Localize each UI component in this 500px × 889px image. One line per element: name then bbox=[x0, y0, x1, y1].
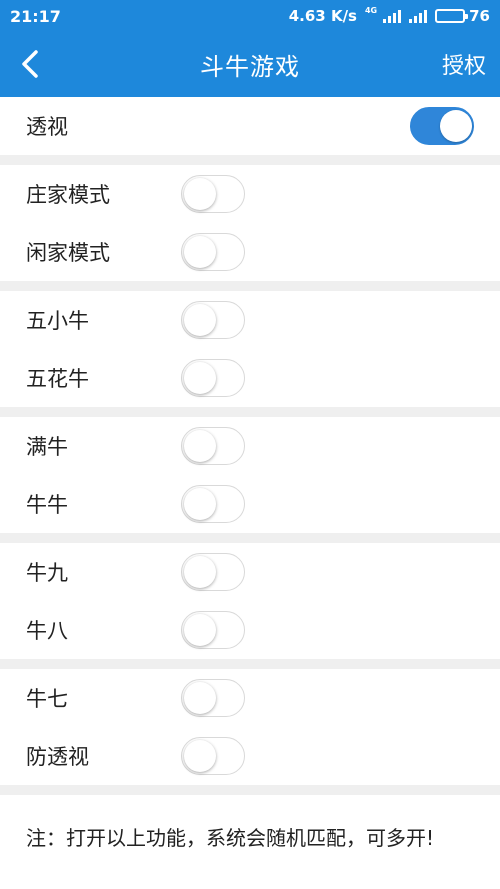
row-niu-seven: 牛七 bbox=[0, 669, 500, 727]
toggle-niu-eight[interactable] bbox=[181, 611, 245, 649]
row-label: 庄家模式 bbox=[26, 183, 110, 207]
section-divider bbox=[0, 533, 500, 543]
status-time: 21:17 bbox=[10, 6, 61, 26]
toggle-five-small[interactable] bbox=[181, 301, 245, 339]
section-special-hands: 五小牛 五花牛 bbox=[0, 291, 500, 407]
section-perspective: 透视 bbox=[0, 97, 500, 155]
toggle-knob bbox=[183, 429, 216, 462]
section-divider bbox=[0, 155, 500, 165]
toggle-anti-perspective[interactable] bbox=[181, 737, 245, 775]
row-five-flower: 五花牛 bbox=[0, 349, 500, 407]
row-five-small: 五小牛 bbox=[0, 291, 500, 349]
toggle-knob bbox=[183, 739, 216, 772]
toggle-perspective[interactable] bbox=[410, 107, 474, 145]
authorize-button[interactable]: 授权 bbox=[442, 48, 486, 80]
section-divider bbox=[0, 281, 500, 291]
signal-icon bbox=[383, 9, 402, 23]
row-label: 五小牛 bbox=[26, 309, 89, 333]
battery-icon bbox=[435, 9, 469, 23]
row-label: 五花牛 bbox=[26, 367, 89, 391]
toggle-knob bbox=[183, 361, 216, 394]
network-type-label: 4G bbox=[364, 5, 378, 15]
row-label: 牛九 bbox=[26, 561, 68, 585]
row-label: 牛牛 bbox=[26, 493, 68, 517]
network-speed: 4.63 K/s bbox=[288, 7, 357, 25]
toggle-knob bbox=[183, 681, 216, 714]
section-niu-nine-eight: 牛九 牛八 bbox=[0, 543, 500, 659]
section-divider bbox=[0, 785, 500, 795]
chevron-left-icon bbox=[22, 50, 38, 78]
row-anti-perspective: 防透视 bbox=[0, 727, 500, 785]
toggle-knob bbox=[183, 487, 216, 520]
toggle-five-flower[interactable] bbox=[181, 359, 245, 397]
row-label: 牛八 bbox=[26, 619, 68, 643]
section-full-hands: 满牛 牛牛 bbox=[0, 417, 500, 533]
row-niu-niu: 牛牛 bbox=[0, 475, 500, 533]
row-label: 闲家模式 bbox=[26, 241, 110, 265]
row-banker-mode: 庄家模式 bbox=[0, 165, 500, 223]
toggle-knob bbox=[183, 303, 216, 336]
section-divider bbox=[0, 659, 500, 669]
note-text: 注：打开以上功能，系统会随机匹配，可多开! bbox=[0, 795, 500, 889]
toggle-knob bbox=[183, 235, 216, 268]
toggle-niu-nine[interactable] bbox=[181, 553, 245, 591]
row-perspective: 透视 bbox=[0, 97, 500, 155]
row-label: 透视 bbox=[26, 115, 68, 139]
row-label: 牛七 bbox=[26, 687, 68, 711]
status-bar: 21:17 4.63 K/s 4G 76 bbox=[0, 0, 500, 32]
page-title: 斗牛游戏 bbox=[200, 53, 300, 81]
back-button[interactable] bbox=[12, 46, 48, 82]
row-label: 满牛 bbox=[26, 435, 68, 459]
toggle-full-niu[interactable] bbox=[181, 427, 245, 465]
toggle-knob bbox=[183, 613, 216, 646]
toggle-player-mode[interactable] bbox=[181, 233, 245, 271]
row-full-niu: 满牛 bbox=[0, 417, 500, 475]
app-screen: 21:17 4.63 K/s 4G 76 斗牛游戏 授权 透视 庄家模式 闲家模… bbox=[0, 0, 500, 889]
row-niu-eight: 牛八 bbox=[0, 601, 500, 659]
section-divider bbox=[0, 407, 500, 417]
battery-indicator: 76 bbox=[435, 7, 490, 25]
battery-percent: 76 bbox=[469, 7, 490, 25]
toggle-knob bbox=[183, 177, 216, 210]
toggle-niu-seven[interactable] bbox=[181, 679, 245, 717]
toggle-niu-niu[interactable] bbox=[181, 485, 245, 523]
status-indicators: 4.63 K/s 4G 76 bbox=[288, 5, 490, 26]
nav-bar: 斗牛游戏 授权 bbox=[0, 32, 500, 97]
row-label: 防透视 bbox=[26, 745, 89, 769]
row-niu-nine: 牛九 bbox=[0, 543, 500, 601]
section-misc: 牛七 防透视 bbox=[0, 669, 500, 785]
toggle-knob bbox=[439, 109, 472, 142]
toggle-banker-mode[interactable] bbox=[181, 175, 245, 213]
settings-list: 透视 庄家模式 闲家模式 五小牛 五花牛 满牛 牛牛 牛九 牛八 牛七 防透视 … bbox=[0, 97, 500, 889]
section-modes: 庄家模式 闲家模式 bbox=[0, 165, 500, 281]
row-player-mode: 闲家模式 bbox=[0, 223, 500, 281]
toggle-knob bbox=[183, 555, 216, 588]
signal-icon-secondary bbox=[409, 9, 428, 23]
